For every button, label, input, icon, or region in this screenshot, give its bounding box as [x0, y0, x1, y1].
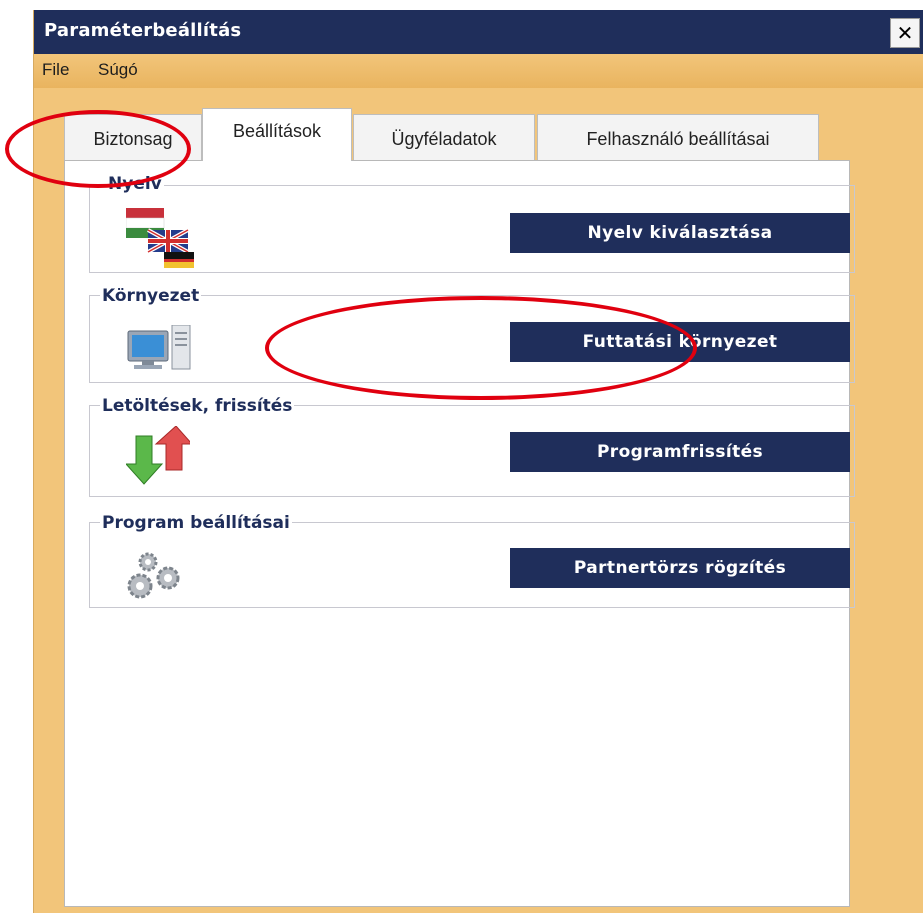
group-label-nyelv: Nyelv [106, 174, 164, 194]
group-label-letoltesek: Letöltések, frissítés [100, 396, 295, 416]
computer-icon [127, 325, 191, 370]
settings-window: Paraméterbeállítás ✕ File Súgó Biztonsag… [33, 10, 923, 913]
tab-label: Ügyféladatok [391, 129, 497, 149]
window-title: Paraméterbeállítás [44, 20, 242, 41]
flags-icon [126, 208, 194, 268]
close-button[interactable]: ✕ [890, 18, 920, 48]
group-label-program: Program beállításai [100, 513, 292, 533]
select-language-button[interactable]: Nyelv kiválasztása [510, 213, 850, 253]
program-update-button[interactable]: Programfrissítés [510, 432, 850, 472]
menu-help[interactable]: Súgó [98, 60, 138, 80]
runtime-environment-button[interactable]: Futtatási környezet [510, 322, 850, 362]
tab-ugyfeladatok[interactable]: Ügyféladatok [353, 114, 535, 160]
partner-registry-button[interactable]: Partnertörzs rögzítés [510, 548, 850, 588]
tab-label: Beállítások [232, 121, 322, 141]
tab-biztonsag[interactable]: Biztonsag [64, 114, 202, 160]
tab-beallitasok[interactable]: Beállítások [202, 108, 352, 161]
menu-file[interactable]: File [42, 60, 69, 80]
tab-label: Biztonsag [93, 129, 173, 149]
gears-icon [127, 552, 180, 599]
menu-bar: File Súgó [34, 54, 923, 88]
tab-label: Felhasználó beállításai [586, 129, 770, 149]
tab-felhasznalo-beallitasai[interactable]: Felhasználó beállításai [537, 114, 819, 160]
group-label-kornyezet: Környezet [100, 286, 202, 306]
title-bar: Paraméterbeállítás ✕ [34, 10, 923, 54]
update-arrows-icon [126, 426, 190, 485]
